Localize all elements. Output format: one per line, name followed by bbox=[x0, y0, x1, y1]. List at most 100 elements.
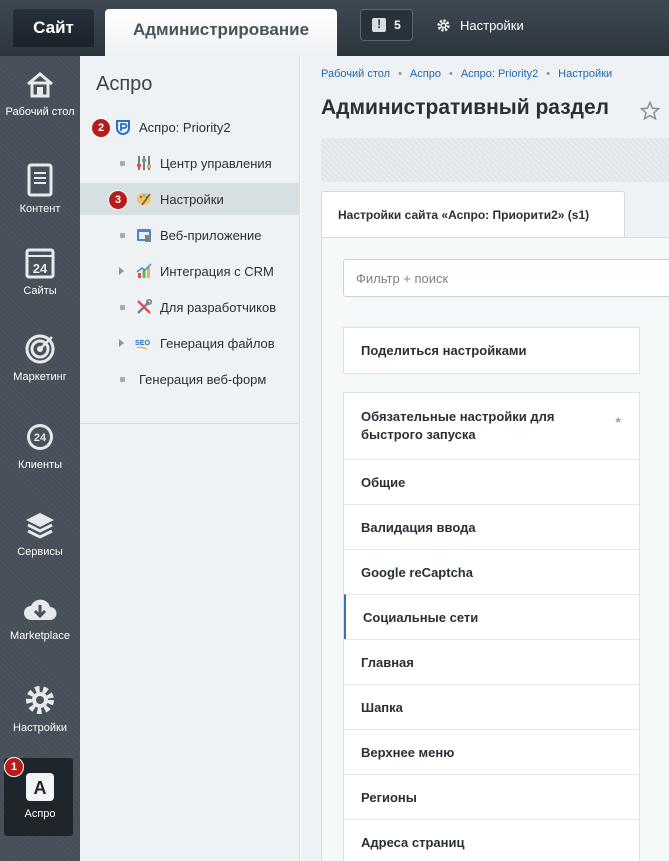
breadcrumb-desktop[interactable]: Рабочий стол bbox=[321, 68, 390, 80]
breadcrumb-aspro[interactable]: Аспро bbox=[410, 68, 441, 80]
settings-item-recaptcha[interactable]: Google reCaptcha bbox=[344, 549, 639, 594]
toolbar-strip bbox=[321, 138, 669, 182]
left-nav-marketing[interactable]: Маркетинг bbox=[0, 333, 80, 383]
settings-item-validation[interactable]: Валидация ввода bbox=[344, 504, 639, 549]
site-tab[interactable]: Сайт bbox=[13, 9, 94, 47]
cloud-download-icon bbox=[24, 599, 57, 620]
notifications-count: 5 bbox=[394, 18, 401, 32]
left-nav-marketplace[interactable]: Marketplace bbox=[0, 596, 80, 642]
main-content: Рабочий стол • Аспро • Аспро: Priority2 … bbox=[301, 56, 669, 861]
left-nav-settings-label: Настройки bbox=[13, 722, 67, 734]
top-bar: Сайт Администрирование 5 Настройки bbox=[0, 0, 669, 56]
left-nav-services[interactable]: Сервисы bbox=[0, 510, 80, 558]
settings-item-top-menu[interactable]: Верхнее меню bbox=[344, 729, 639, 774]
menu-item-webapp[interactable]: Веб-приложение bbox=[80, 219, 300, 251]
site-settings-tab[interactable]: Настройки сайта «Аспро: Приорити2» (s1) bbox=[321, 191, 625, 238]
menu-item-webforms[interactable]: Генерация веб-форм bbox=[80, 363, 300, 395]
settings-item-general[interactable]: Общие bbox=[344, 459, 639, 504]
settings-item-social[interactable]: Социальные сети bbox=[344, 594, 639, 639]
svg-text:A: A bbox=[34, 778, 47, 798]
page-title: Административный раздел bbox=[321, 96, 610, 119]
tools-icon bbox=[137, 299, 152, 314]
menu-item-label: Центр управления bbox=[160, 155, 272, 171]
svg-text:24: 24 bbox=[33, 261, 48, 276]
menu-item-file-generation[interactable]: SEO Генерация файлов bbox=[80, 327, 300, 359]
menu-item-developers[interactable]: Для разработчиков bbox=[80, 291, 300, 323]
gear-icon bbox=[437, 18, 450, 32]
menu-item-label: Аспро: Priority2 bbox=[139, 119, 231, 135]
bullet-icon bbox=[120, 376, 125, 382]
settings-item-label: Валидация ввода bbox=[361, 519, 476, 535]
settings-item-label: Регионы bbox=[361, 789, 417, 805]
menu-title: Аспро bbox=[96, 73, 153, 95]
settings-item-label: Google reCaptcha bbox=[361, 564, 473, 580]
menu-divider bbox=[80, 423, 300, 424]
settings-item-label: Верхнее меню bbox=[361, 744, 455, 760]
share-settings-button[interactable]: Поделиться настройками bbox=[343, 327, 640, 374]
left-nav-sites[interactable]: 24 Сайты bbox=[0, 247, 80, 297]
settings-top-label: Настройки bbox=[460, 17, 524, 33]
left-nav-aspro[interactable]: A Аспро bbox=[0, 772, 80, 820]
breadcrumb-settings[interactable]: Настройки bbox=[558, 68, 612, 80]
menu-item-crm[interactable]: Интеграция с CRM bbox=[80, 255, 300, 287]
settings-item-label: Главная bbox=[361, 654, 414, 670]
left-nav-marketing-label: Маркетинг bbox=[13, 371, 67, 383]
step-badge-2: 2 bbox=[91, 118, 111, 138]
target-icon bbox=[25, 334, 55, 364]
settings-item-regions[interactable]: Регионы bbox=[344, 774, 639, 819]
required-star: * bbox=[615, 414, 621, 430]
settings-item-required[interactable]: Обязательные настройки для быстрого запу… bbox=[344, 393, 639, 459]
settings-list: Обязательные настройки для быстрого запу… bbox=[343, 392, 640, 861]
bullet-icon bbox=[120, 160, 125, 166]
settings-top-link[interactable]: Настройки bbox=[436, 16, 524, 34]
settings-item-label: Обязательные настройки для быстрого запу… bbox=[361, 409, 555, 442]
menu-item-label: Для разработчиков bbox=[160, 299, 277, 315]
settings-item-header[interactable]: Шапка bbox=[344, 684, 639, 729]
settings-panel: Фильтр + поиск Поделиться настройками Об… bbox=[321, 237, 669, 861]
breadcrumb-separator: • bbox=[398, 68, 402, 80]
menu-item-label: Генерация веб-форм bbox=[139, 371, 267, 387]
star-icon[interactable] bbox=[640, 101, 660, 121]
chart-icon bbox=[136, 263, 152, 278]
notifications-button[interactable]: 5 bbox=[360, 9, 413, 41]
breadcrumb-priority2[interactable]: Аспро: Priority2 bbox=[461, 68, 538, 80]
clients-24-icon: 24 bbox=[27, 424, 53, 450]
settings-item-page-urls[interactable]: Адреса страниц bbox=[344, 819, 639, 861]
settings-item-label: Адреса страниц bbox=[361, 834, 465, 850]
expand-arrow-icon[interactable] bbox=[119, 267, 124, 275]
menu-item-label: Веб-приложение bbox=[160, 227, 262, 243]
menu-item-label: Настройки bbox=[160, 191, 224, 207]
menu-item-label: Генерация файлов bbox=[160, 335, 275, 351]
breadcrumb-separator: • bbox=[546, 68, 551, 80]
breadcrumb: Рабочий стол • Аспро • Аспро: Priority2 … bbox=[321, 68, 612, 80]
left-nav-desktop[interactable]: Рабочий стол bbox=[0, 70, 80, 118]
bullet-icon bbox=[120, 232, 125, 238]
admin-tab[interactable]: Администрирование bbox=[105, 9, 337, 56]
calendar-24-icon: 24 bbox=[25, 248, 55, 279]
left-nav-content[interactable]: Контент bbox=[0, 163, 80, 215]
priority-logo-icon bbox=[116, 120, 130, 135]
home-icon bbox=[27, 72, 53, 98]
bullet-icon bbox=[120, 304, 125, 310]
left-nav-aspro-label: Аспро bbox=[24, 808, 56, 820]
settings-item-main[interactable]: Главная bbox=[344, 639, 639, 684]
settings-item-label: Социальные сети bbox=[363, 609, 479, 625]
expand-arrow-icon[interactable] bbox=[119, 339, 124, 347]
settings-item-label: Общие bbox=[361, 474, 406, 490]
left-nav-settings[interactable]: Настройки bbox=[0, 684, 80, 734]
svg-text:SEO: SEO bbox=[135, 339, 150, 347]
step-badge-3: 3 bbox=[108, 190, 128, 210]
left-nav-marketplace-label: Marketplace bbox=[10, 630, 70, 642]
left-nav-services-label: Сервисы bbox=[17, 546, 63, 558]
menu-item-aspro-priority2[interactable]: Аспро: Priority2 bbox=[80, 111, 300, 143]
left-nav-clients[interactable]: 24 Клиенты bbox=[0, 421, 80, 471]
aspro-logo-icon: A bbox=[26, 773, 54, 801]
menu-item-control-center[interactable]: Центр управления bbox=[80, 147, 300, 179]
section-menu: Аспро Аспро: Priority2 Центр управления … bbox=[80, 56, 300, 861]
menu-item-label: Интеграция с CRM bbox=[160, 263, 274, 279]
webapp-icon bbox=[137, 229, 151, 242]
document-icon bbox=[27, 163, 53, 197]
filter-search-input[interactable]: Фильтр + поиск bbox=[343, 259, 669, 297]
palette-icon bbox=[137, 193, 151, 206]
layers-icon bbox=[26, 513, 54, 539]
